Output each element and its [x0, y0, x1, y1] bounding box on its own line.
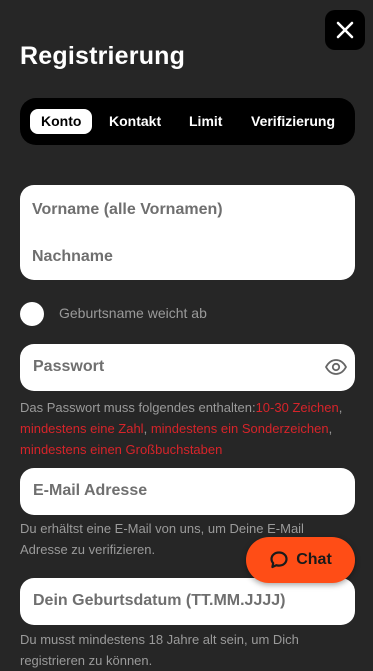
first-name-field[interactable]: Vorname (alle Vornamen)	[32, 201, 223, 219]
tab-kontakt[interactable]: Kontakt	[109, 109, 161, 134]
tab-limit[interactable]: Limit	[189, 109, 222, 134]
password-field[interactable]: Passwort	[20, 344, 355, 391]
close-icon	[336, 21, 354, 39]
password-placeholder: Passwort	[33, 358, 105, 375]
birthdate-placeholder: Dein Geburtsdatum (TT.MM.JJJJ)	[33, 592, 286, 609]
step-tabs: Konto Kontakt Limit Verifizierung	[20, 98, 355, 145]
close-button[interactable]	[325, 10, 365, 50]
password-rule-special: mindestens ein Sonderzeichen	[150, 421, 329, 436]
page-title: Registrierung	[20, 42, 186, 70]
birth-name-toggle-label: Geburtsname weicht ab	[59, 305, 207, 321]
email-placeholder: E-Mail Adresse	[33, 482, 148, 499]
chat-label: Chat	[296, 551, 332, 568]
chat-bubble-icon	[270, 551, 288, 569]
email-field[interactable]: E-Mail Adresse	[20, 468, 355, 515]
chat-button[interactable]: Chat	[246, 537, 355, 583]
name-fields: Vorname (alle Vornamen) Nachname	[20, 185, 355, 280]
birthdate-hint: Du musst mindestens 18 Jahre alt sein, u…	[20, 632, 299, 668]
birth-name-toggle[interactable]	[20, 302, 44, 326]
password-rule-number: mindestens eine Zahl	[20, 421, 144, 436]
password-rule-length: 10-30 Zeichen	[255, 400, 339, 415]
password-hint-prefix: Das Passwort muss folgendes enthalten:	[20, 400, 256, 415]
rule-separator: ,	[328, 421, 333, 436]
tab-konto[interactable]: Konto	[30, 109, 93, 134]
rule-separator: ,	[338, 400, 343, 415]
last-name-field[interactable]: Nachname	[32, 248, 113, 266]
tab-verifizierung[interactable]: Verifizierung	[251, 109, 335, 134]
rule-separator: ,	[143, 421, 151, 436]
birthdate-field[interactable]: Dein Geburtsdatum (TT.MM.JJJJ)	[20, 578, 355, 625]
password-rule-uppercase: mindestens einen Großbuchstaben	[20, 442, 223, 457]
password-hint: Das Passwort muss folgendes enthalten:10…	[20, 397, 355, 460]
eye-icon[interactable]	[325, 358, 347, 376]
